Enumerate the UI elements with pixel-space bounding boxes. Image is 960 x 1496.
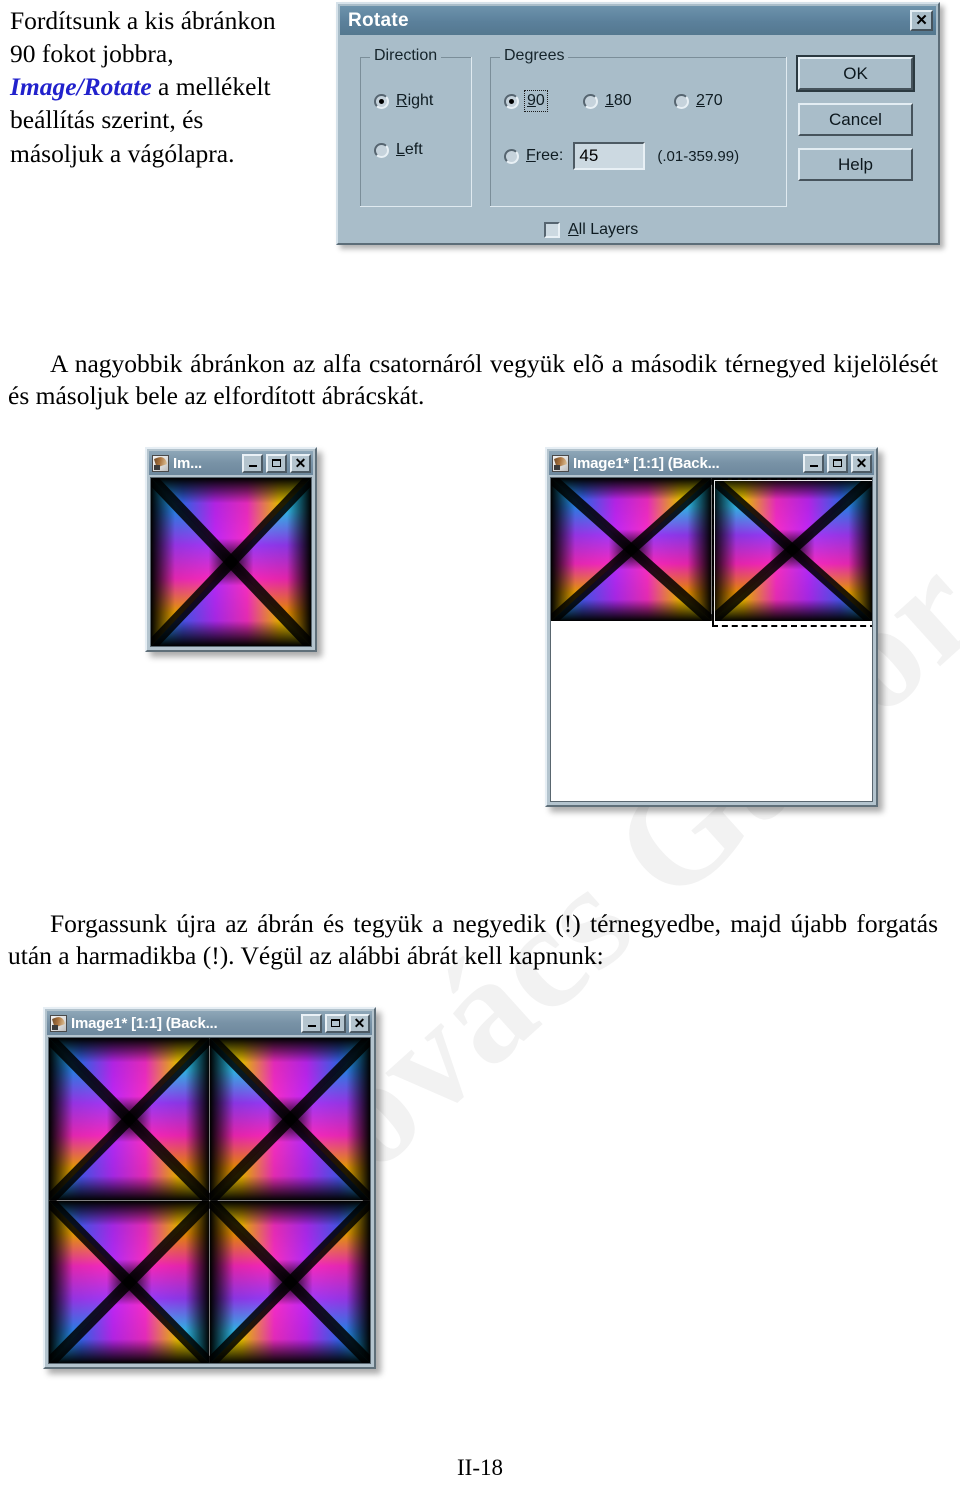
radio-indicator-180[interactable] [583, 93, 598, 109]
psp-document-icon [50, 1014, 67, 1032]
radio-direction-right[interactable]: Right [374, 92, 433, 110]
top-section: Fordítsunk a kis ábránkon 90 fokot jobbr… [0, 0, 960, 300]
degrees-groupbox: Degrees 90 180 270 Free: 45 (.01-359.99) [490, 47, 787, 207]
radio-label-left: Left [396, 141, 423, 158]
gradient-artwork-small [151, 478, 311, 646]
direction-groupbox: Direction Right Left [360, 47, 472, 207]
radio-label-270: 270 [696, 92, 723, 109]
intro-line-3-rest: a mellékelt [151, 72, 271, 102]
maximize-icon-large[interactable] [827, 453, 848, 473]
page-number: II-18 [457, 1455, 503, 1480]
window-title-large: Image1* [1:1] (Back... [573, 454, 720, 472]
canvas-small[interactable] [150, 477, 312, 647]
free-degrees-range-hint: (.01-359.99) [657, 147, 740, 165]
image-window-large[interactable]: Image1* [1:1] (Back... ✕ [545, 447, 878, 807]
intro-line-2: 90 fokot jobbra, [10, 39, 174, 69]
body-paragraph-2-text: Forgassunk újra az ábrán és tegyük a neg… [8, 908, 938, 970]
intro-line-4: beállítás szerint, és [10, 105, 204, 135]
radio-degrees-270[interactable]: 270 [674, 92, 723, 110]
rotate-dialog: Rotate ✕ Direction Right Left Degrees 90… [336, 2, 940, 245]
intro-line-5: másoljuk a vágólapra. [10, 138, 235, 168]
window-title-small: Im... [173, 454, 203, 472]
checkbox-all-layers[interactable]: All Layers [544, 221, 638, 239]
window-controls-small: ✕ [242, 453, 311, 473]
minimize-icon-large[interactable] [803, 453, 824, 473]
free-degrees-input[interactable]: 45 [573, 142, 646, 170]
gradient-artwork-final [49, 1038, 370, 1363]
maximize-icon-small[interactable] [266, 453, 287, 473]
radio-label-right: Right [396, 92, 434, 109]
radio-indicator-free[interactable] [504, 148, 519, 164]
help-button[interactable]: Help [798, 148, 913, 181]
window-title-final: Image1* [1:1] (Back... [71, 1014, 218, 1032]
radio-indicator-left[interactable] [374, 142, 389, 158]
window-controls-large: ✕ [803, 453, 872, 473]
radio-degrees-180[interactable]: 180 [583, 92, 632, 110]
close-icon-final[interactable]: ✕ [349, 1013, 370, 1033]
radio-degrees-free[interactable]: Free: 45 (.01-359.99) [504, 142, 739, 170]
window-titlebar-small[interactable]: Im... ✕ [149, 451, 313, 475]
radio-indicator-right[interactable] [374, 93, 389, 109]
dialog-titlebar[interactable]: Rotate ✕ [340, 6, 936, 35]
direction-legend: Direction [370, 47, 442, 65]
checkbox-indicator-all-layers[interactable] [544, 222, 560, 238]
intro-emphasis-menu-path: Image/Rotate [10, 72, 152, 102]
radio-indicator-90[interactable] [504, 93, 519, 109]
intro-paragraph: Fordítsunk a kis ábránkon 90 fokot jobbr… [10, 4, 320, 170]
canvas-final[interactable] [48, 1037, 371, 1364]
body-paragraph-1-text: A nagyobbik ábránkon az alfa csatornáról… [8, 348, 938, 410]
radio-direction-left[interactable]: Left [374, 141, 423, 159]
radio-label-free: Free: [526, 147, 564, 164]
dialog-body: Direction Right Left Degrees 90 180 270 … [338, 35, 938, 243]
dialog-title: Rotate [348, 9, 409, 31]
canvas-large[interactable] [550, 477, 873, 802]
minimize-icon-final[interactable] [301, 1013, 322, 1033]
close-icon[interactable]: ✕ [910, 10, 933, 31]
minimize-icon-small[interactable] [242, 453, 263, 473]
psp-document-icon [152, 454, 169, 472]
close-icon-small[interactable]: ✕ [290, 453, 311, 473]
degrees-legend: Degrees [500, 47, 569, 65]
image-window-small[interactable]: Im... ✕ [145, 447, 317, 652]
intro-line-1: Fordítsunk a kis ábránkon [10, 6, 276, 35]
window-controls-final: ✕ [301, 1013, 370, 1033]
window-titlebar-final[interactable]: Image1* [1:1] (Back... ✕ [47, 1011, 372, 1035]
body-paragraph-1: A nagyobbik ábránkon az alfa csatornáról… [8, 348, 938, 412]
radio-degrees-90[interactable]: 90 [504, 90, 548, 112]
checkbox-label-all-layers: All Layers [568, 221, 639, 238]
cancel-button[interactable]: Cancel [798, 103, 913, 136]
ok-button[interactable]: OK [798, 57, 913, 90]
radio-label-90: 90 [524, 90, 548, 112]
gradient-artwork-large [551, 478, 872, 621]
window-titlebar-large[interactable]: Image1* [1:1] (Back... ✕ [549, 451, 874, 475]
body-paragraph-2: Forgassunk újra az ábrán és tegyük a neg… [8, 908, 938, 972]
image-window-final[interactable]: Image1* [1:1] (Back... ✕ [43, 1007, 376, 1369]
close-icon-large[interactable]: ✕ [851, 453, 872, 473]
radio-indicator-270[interactable] [674, 93, 689, 109]
psp-document-icon [552, 454, 569, 472]
radio-label-180: 180 [605, 92, 632, 109]
maximize-icon-final[interactable] [325, 1013, 346, 1033]
